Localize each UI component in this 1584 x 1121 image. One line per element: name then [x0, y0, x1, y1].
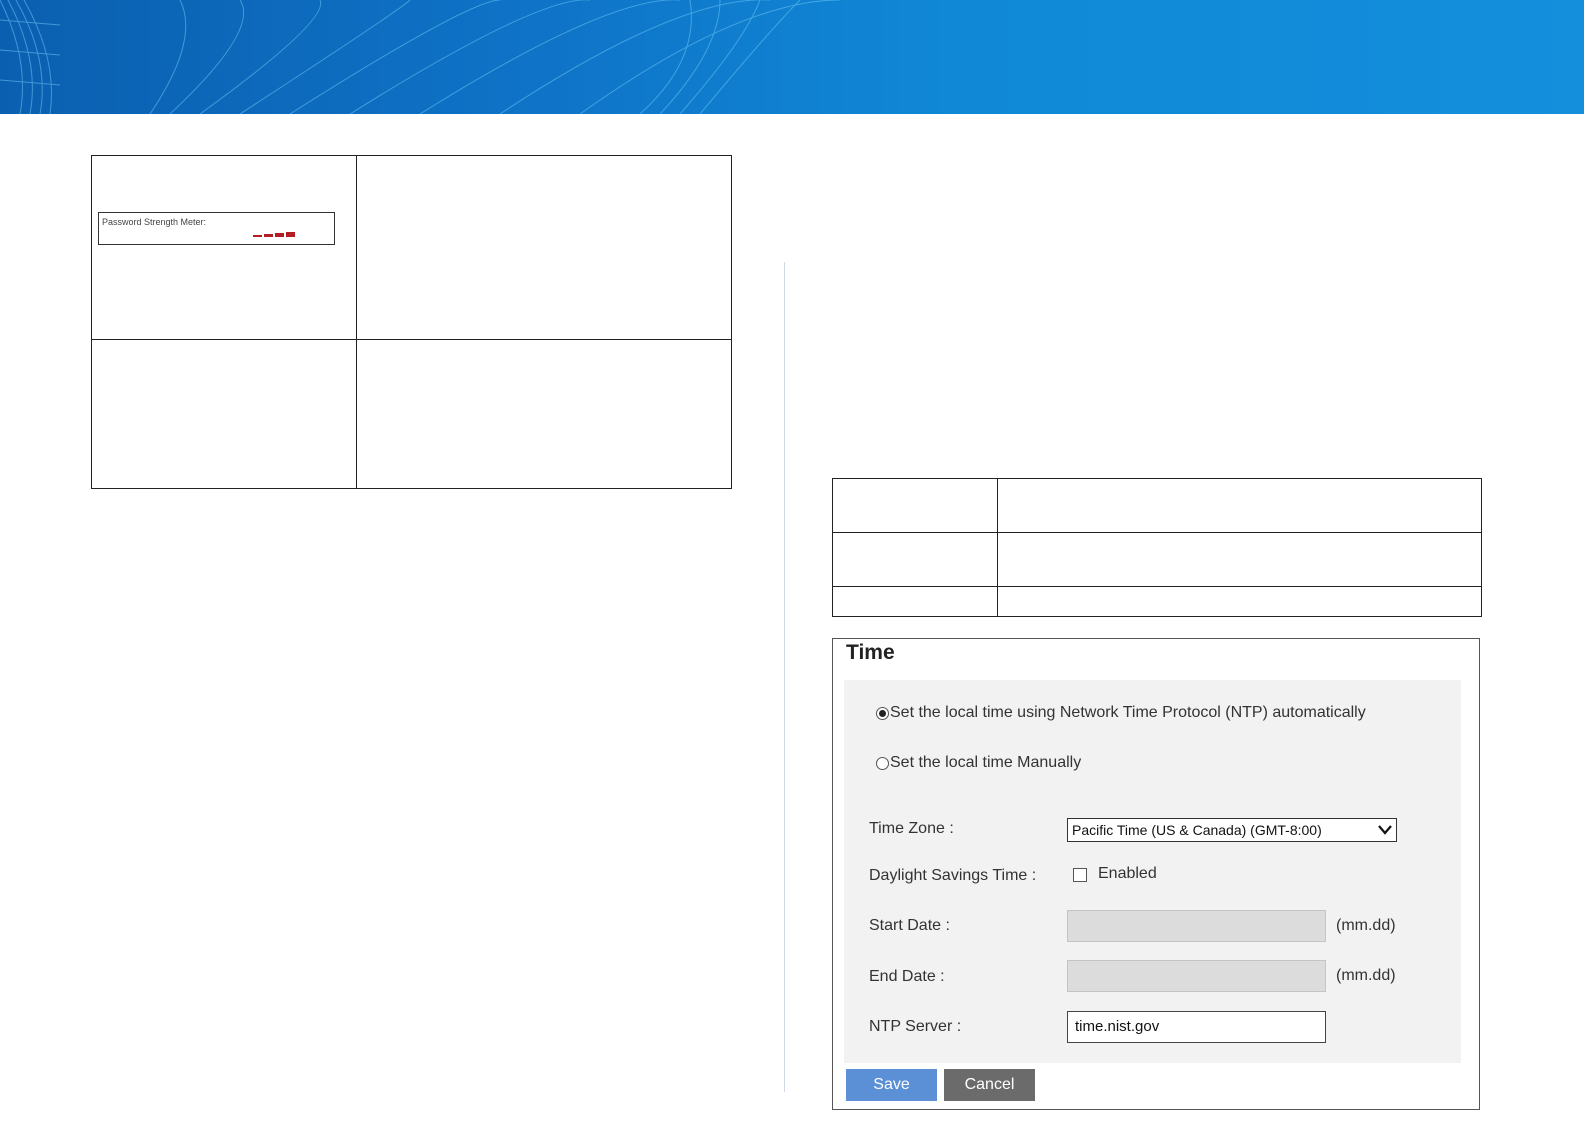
end-date-unit: (mm.dd) — [1336, 967, 1396, 984]
manual-time-radio[interactable] — [876, 756, 889, 770]
time-zone-label: Time Zone : — [869, 820, 954, 837]
ntp-server-label: NTP Server : — [869, 1018, 962, 1035]
ntp-auto-option[interactable]: Set the local time using Network Time Pr… — [876, 704, 1366, 722]
time-zone-select[interactable]: Pacific Time (US & Canada) (GMT-8:00) — [1067, 818, 1397, 842]
right-table-cell — [832, 478, 998, 533]
strength-bar — [286, 232, 295, 237]
left-table-cell — [356, 155, 732, 340]
save-button[interactable]: Save — [846, 1069, 937, 1101]
manual-time-label: Set the local time Manually — [890, 754, 1082, 771]
strength-bar — [253, 235, 262, 237]
time-settings-panel: Time Set the local time using Network Ti… — [832, 638, 1480, 1110]
end-date-input[interactable] — [1067, 960, 1326, 992]
cancel-button[interactable]: Cancel — [944, 1069, 1035, 1101]
right-table-cell — [997, 532, 1482, 587]
strength-bar — [264, 234, 273, 237]
start-date-label: Start Date : — [869, 917, 950, 934]
strength-bar — [275, 233, 284, 237]
banner-wave-graphic — [0, 0, 841, 114]
start-date-unit: (mm.dd) — [1336, 917, 1396, 934]
right-table-cell — [997, 478, 1482, 533]
time-zone-value: Pacific Time (US & Canada) (GMT-8:00) — [1072, 822, 1322, 838]
left-table-cell — [91, 155, 357, 340]
end-date-label: End Date : — [869, 968, 945, 985]
ntp-auto-radio[interactable] — [876, 706, 889, 720]
manual-time-option[interactable]: Set the local time Manually — [876, 754, 1081, 772]
ntp-auto-label: Set the local time using Network Time Pr… — [890, 704, 1366, 721]
time-settings-form: Set the local time using Network Time Pr… — [844, 680, 1461, 1063]
chevron-down-icon — [1378, 825, 1392, 835]
dst-enabled-label: Enabled — [1098, 865, 1157, 882]
left-table-cell — [356, 339, 732, 489]
header-banner — [0, 0, 1584, 114]
ntp-server-input[interactable]: time.nist.gov — [1067, 1011, 1326, 1043]
right-table-cell — [997, 586, 1482, 617]
password-strength-meter: Password Strength Meter: — [98, 212, 335, 245]
dst-enabled-checkbox[interactable] — [1073, 868, 1087, 882]
right-table — [832, 478, 1482, 617]
start-date-input[interactable] — [1067, 910, 1326, 942]
column-divider — [784, 262, 785, 1092]
time-panel-title: Time — [846, 641, 895, 664]
right-table-cell — [832, 532, 998, 587]
dst-label: Daylight Savings Time : — [869, 867, 1037, 884]
left-table — [91, 155, 732, 489]
right-table-cell — [832, 586, 998, 617]
password-strength-label: Password Strength Meter: — [102, 217, 207, 227]
left-table-cell — [91, 339, 357, 489]
